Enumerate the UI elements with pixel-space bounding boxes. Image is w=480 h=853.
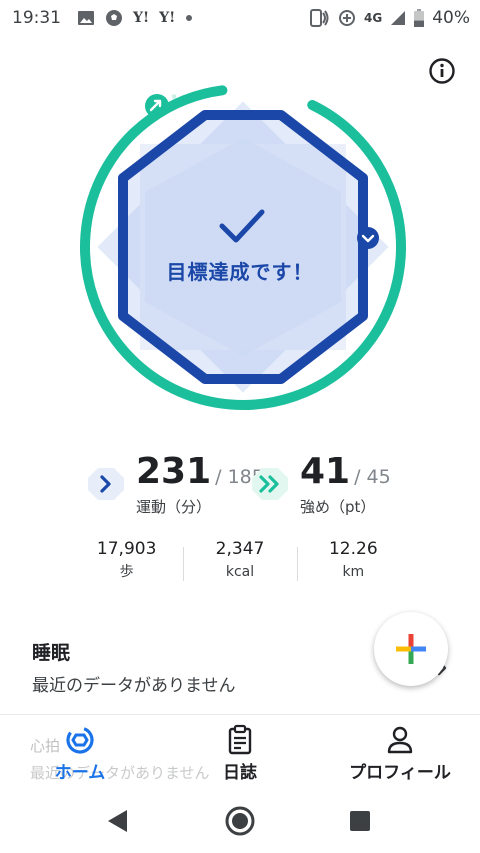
home-ring-icon [66,726,94,754]
heart-points-goal: / 45 [354,466,391,488]
metrics-row: 17,903 歩 2,347 kcal 12.26 km [70,537,410,585]
yahoo-icon: Y! [133,10,150,26]
goal-ring[interactable] [78,82,408,412]
battery-percent: 40% [432,8,470,28]
plus-icon [396,634,426,664]
distance-metric[interactable]: 12.26 km [296,537,410,585]
move-minutes-label: 運動（分） [136,498,212,516]
recents-icon [350,811,370,831]
steps-unit: 歩 [119,564,134,580]
steps-metric[interactable]: 17,903 歩 [70,537,183,585]
nav-journal-label: 日誌 [223,763,257,783]
distance-value: 12.26 [328,539,378,559]
nfc-icon [308,8,330,28]
heart-points-label: 強め（pt） [300,498,376,516]
dot-icon [185,14,193,22]
distance-unit: km [342,564,365,580]
soccer-ball-icon [105,9,123,27]
heart-points-icon [250,464,290,504]
calories-unit: kcal [225,564,255,580]
yahoo-icon: Y! [159,10,176,26]
calories-metric[interactable]: 2,347 kcal [183,537,296,585]
home-icon [225,806,255,836]
profile-icon [387,726,413,754]
status-bar: 19:31 Y! Y! 4G 40% [0,0,480,36]
data-saver-icon [338,9,356,27]
heart-points-value: 41 [300,451,351,492]
status-time: 19:31 [12,8,61,28]
heart-points-stat[interactable]: 41 / 45 強め（pt） [250,450,391,517]
sleep-subtitle: 最近のデータがありません [32,676,236,696]
nav-home[interactable]: ホーム [48,724,112,783]
stats-row: 231 / 185 運動（分） 41 / 45 強め（pt） [0,450,480,530]
back-icon [108,810,127,832]
battery-icon [414,9,425,27]
journal-icon [228,724,252,755]
steps-value: 17,903 [96,539,157,559]
heart-points-badge [357,227,379,249]
add-button[interactable] [374,612,448,686]
image-icon [77,10,95,26]
move-minutes-icon [86,464,126,504]
move-minutes-stat[interactable]: 231 / 185 運動（分） [86,450,264,517]
nav-journal[interactable]: 日誌 [210,724,270,783]
nav-profile-label: プロフィール [349,763,451,783]
sleep-card[interactable]: 睡眠 最近のデータがありません [32,640,432,698]
sleep-title: 睡眠 [32,642,71,664]
move-minutes-value: 231 [136,451,212,492]
network-type: 4G [364,11,383,25]
info-icon[interactable] [428,57,456,85]
nav-home-label: ホーム [54,763,106,783]
nav-profile[interactable]: プロフィール [336,724,464,783]
goal-achieved-text: 目標達成です！ [166,260,314,284]
calories-value: 2,347 [215,539,265,559]
move-minutes-badge [145,94,169,118]
signal-icon [390,10,406,26]
system-navigation-bar [0,790,480,853]
